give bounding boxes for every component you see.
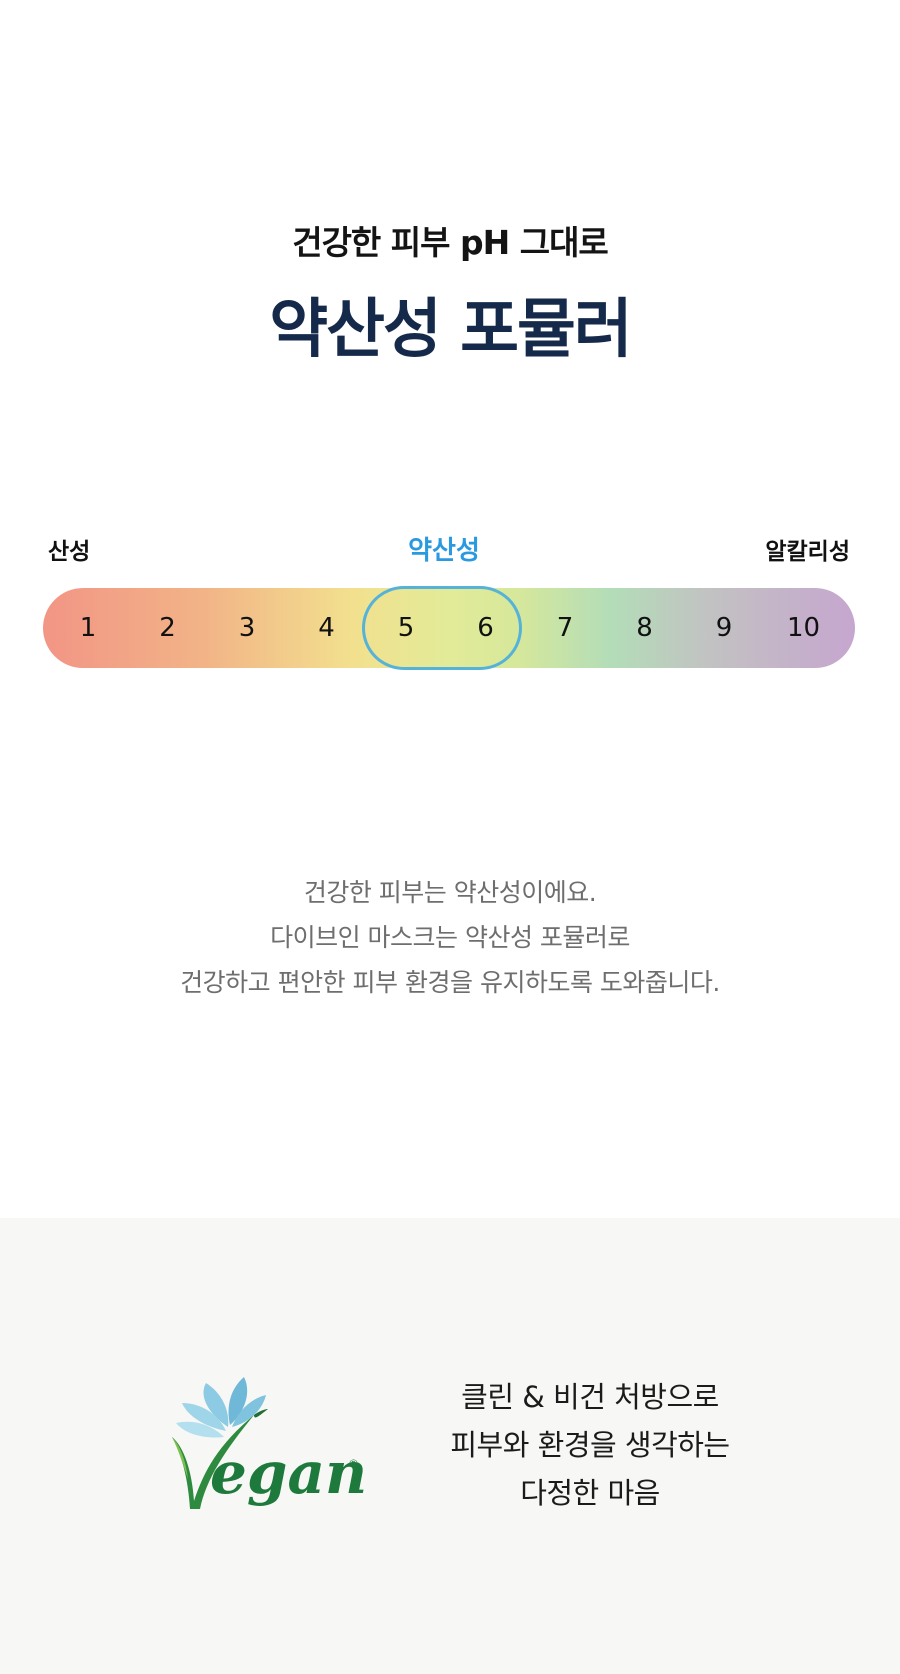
ph-number-4: 4: [318, 613, 335, 643]
description-line: 건강하고 편안한 피부 환경을 유지하도록 도와줍니다.: [180, 968, 720, 997]
ph-label-weakly-acidic: 약산성: [408, 536, 480, 566]
ph-number-8: 8: [636, 613, 653, 643]
section-title: 약산성 포뮬러: [269, 293, 633, 367]
description-line: 다이브인 마스크는 약산성 포뮬러로: [270, 923, 630, 952]
vegan-description: 클린 & 비건 처방으로 피부와 환경을 생각하는 다정한 마음: [440, 1373, 740, 1517]
acidic-formula-section: 건강한 피부 pH 그대로 약산성 포뮬러 산성 약산성 알칼리성 123456…: [0, 0, 900, 1218]
ph-number-3: 3: [238, 613, 256, 643]
vegan-line: 다정한 마음: [520, 1476, 660, 1510]
vegan-line: 클린 & 비건 처방으로: [461, 1380, 719, 1414]
ph-number-9: 9: [715, 613, 733, 643]
section-subtitle: 건강한 피부 pH 그대로: [292, 223, 609, 262]
ph-highlight-range: [362, 586, 522, 670]
vegan-line: 피부와 환경을 생각하는: [450, 1428, 730, 1462]
description-line: 건강한 피부는 약산성이에요.: [303, 878, 597, 907]
svg-text:egan: egan: [210, 1439, 365, 1507]
ph-number-10: 10: [786, 613, 821, 643]
svg-text:®: ®: [348, 1457, 359, 1470]
ph-number-2: 2: [159, 613, 176, 643]
ph-number-7: 7: [556, 613, 574, 643]
vegan-logo-icon: egan ®: [172, 1377, 365, 1509]
description: 건강한 피부는 약산성이에요. 다이브인 마스크는 약산성 포뮬러로 건강하고 …: [0, 870, 900, 1005]
ph-label-alkaline: 알칼리성: [765, 539, 850, 565]
ph-number-1: 1: [79, 613, 97, 643]
